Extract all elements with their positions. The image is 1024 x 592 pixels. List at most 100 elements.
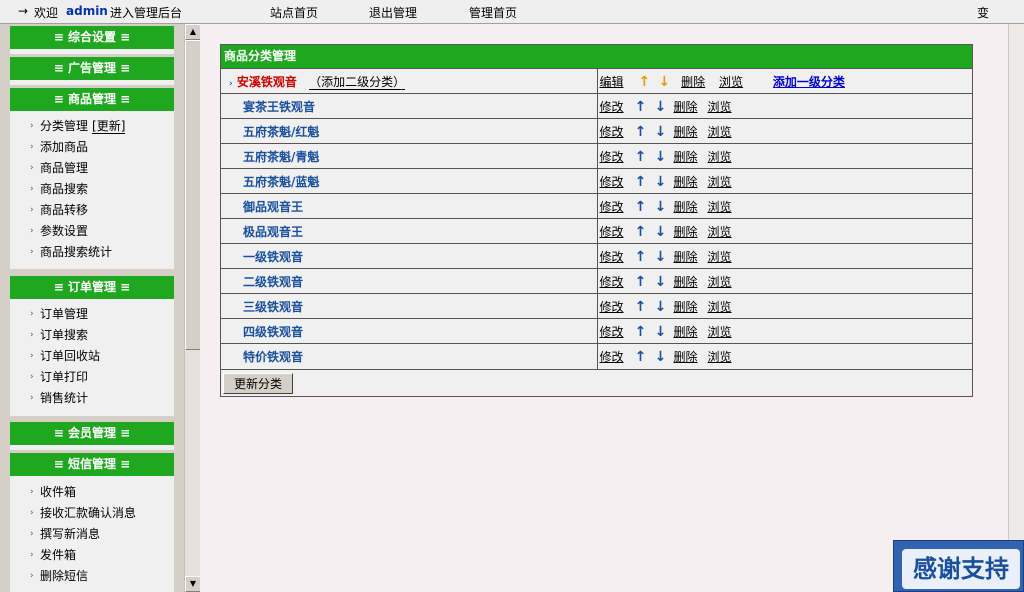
browse-link[interactable]: 浏览 bbox=[708, 100, 732, 114]
scroll-up-icon[interactable]: ▲ bbox=[185, 24, 201, 40]
arrow-down-icon[interactable]: ↓ bbox=[654, 125, 668, 139]
menu-item-order-search[interactable]: › 订单搜索 bbox=[10, 325, 174, 346]
browse-link[interactable]: 浏览 bbox=[708, 150, 732, 164]
arrow-down-icon[interactable]: ↓ bbox=[654, 250, 668, 264]
browse-link[interactable]: 浏览 bbox=[708, 175, 732, 189]
main-scrollbar[interactable] bbox=[1008, 24, 1024, 592]
delete-link[interactable]: 删除 bbox=[674, 150, 698, 164]
arrow-up-icon[interactable]: ↑ bbox=[634, 350, 648, 364]
enter-admin-text: 进入管理后台 bbox=[110, 6, 183, 20]
arrow-up-icon[interactable]: ↑ bbox=[634, 250, 648, 264]
modify-link[interactable]: 修改 bbox=[600, 300, 624, 314]
delete-link[interactable]: 删除 bbox=[674, 100, 698, 114]
add-subcategory-link[interactable]: （添加二级分类） bbox=[309, 74, 406, 90]
arrow-up-icon[interactable]: ↑ bbox=[634, 225, 648, 239]
scroll-down-icon[interactable]: ▼ bbox=[185, 576, 201, 592]
menu-item-add-product[interactable]: › 添加商品 bbox=[10, 137, 174, 158]
menu-order-management[interactable]: ≡ 订单管理 ≡ bbox=[10, 276, 174, 299]
arrow-up-icon[interactable]: ↑ bbox=[634, 150, 648, 164]
browse-link[interactable]: 浏览 bbox=[708, 275, 732, 289]
menu-ad-management[interactable]: ≡ 广告管理 ≡ bbox=[10, 57, 174, 80]
menu-item-outbox[interactable]: › 发件箱 bbox=[10, 545, 174, 566]
delete-link[interactable]: 删除 bbox=[674, 175, 698, 189]
menu-item-order-recycle[interactable]: › 订单回收站 bbox=[10, 346, 174, 367]
menu-general-settings[interactable]: ≡ 综合设置 ≡ bbox=[10, 26, 174, 49]
menu-item-product-management[interactable]: › 商品管理 bbox=[10, 158, 174, 179]
delete-link[interactable]: 删除 bbox=[674, 225, 698, 239]
modify-link[interactable]: 修改 bbox=[600, 225, 624, 239]
arrow-down-icon[interactable]: ↓ bbox=[654, 325, 668, 339]
menu-sms-management[interactable]: ≡ 短信管理 ≡ bbox=[10, 453, 174, 476]
browse-link[interactable]: 浏览 bbox=[708, 300, 732, 314]
delete-link[interactable]: 删除 bbox=[674, 350, 698, 364]
arrow-down-icon[interactable]: ↓ bbox=[654, 350, 668, 364]
update-category-button[interactable]: 更新分类 bbox=[223, 372, 294, 394]
browse-link[interactable]: 浏览 bbox=[719, 75, 743, 89]
modify-link[interactable]: 修改 bbox=[600, 200, 624, 214]
sidebar-scrollbar[interactable]: ▲ ▼ bbox=[184, 24, 201, 592]
menu-item-order-print[interactable]: › 订单打印 bbox=[10, 367, 174, 388]
menu-item-payment-confirm[interactable]: › 接收汇款确认消息 bbox=[10, 503, 174, 524]
modify-link[interactable]: 修改 bbox=[600, 125, 624, 139]
admin-home-link[interactable]: 管理首页 bbox=[469, 4, 517, 21]
arrow-down-icon[interactable]: ↓ bbox=[654, 175, 668, 189]
delete-link[interactable]: 删除 bbox=[674, 250, 698, 264]
arrow-down-icon[interactable]: ↓ bbox=[657, 75, 671, 89]
menu-item-product-transfer[interactable]: › 商品转移 bbox=[10, 200, 174, 221]
arrow-down-icon[interactable]: ↓ bbox=[654, 225, 668, 239]
delete-link[interactable]: 删除 bbox=[681, 75, 705, 89]
arrow-up-icon[interactable]: ↑ bbox=[634, 275, 648, 289]
delete-link[interactable]: 删除 bbox=[674, 325, 698, 339]
menu-item-search-statistics[interactable]: › 商品搜索统计 bbox=[10, 242, 174, 263]
edit-link[interactable]: 编辑 bbox=[600, 75, 624, 89]
modify-link[interactable]: 修改 bbox=[600, 150, 624, 164]
modify-link[interactable]: 修改 bbox=[600, 350, 624, 364]
browse-link[interactable]: 浏览 bbox=[708, 250, 732, 264]
arrow-up-icon[interactable]: ↑ bbox=[634, 300, 648, 314]
menu-item-delete-sms[interactable]: › 删除短信 bbox=[10, 566, 174, 587]
bullet-icon: › bbox=[30, 529, 34, 539]
arrow-down-icon[interactable]: ↓ bbox=[654, 300, 668, 314]
top-right-text[interactable]: 变 bbox=[977, 4, 989, 21]
logout-link[interactable]: 退出管理 bbox=[369, 4, 417, 21]
arrow-up-icon[interactable]: ↑ bbox=[634, 125, 648, 139]
subcategory-name: 宴茶王铁观音 bbox=[243, 99, 316, 114]
modify-link[interactable]: 修改 bbox=[600, 325, 624, 339]
browse-link[interactable]: 浏览 bbox=[708, 200, 732, 214]
bullet-icon: › bbox=[30, 205, 34, 215]
modify-link[interactable]: 修改 bbox=[600, 250, 624, 264]
add-top-category-link[interactable]: 添加一级分类 bbox=[773, 75, 845, 89]
arrow-up-icon[interactable]: ↑ bbox=[634, 100, 648, 114]
menu-item-inbox[interactable]: › 收件箱 bbox=[10, 482, 174, 503]
menu-item-sales-statistics[interactable]: › 销售统计 bbox=[10, 388, 174, 409]
delete-link[interactable]: 删除 bbox=[674, 200, 698, 214]
arrow-down-icon[interactable]: ↓ bbox=[654, 150, 668, 164]
browse-link[interactable]: 浏览 bbox=[708, 325, 732, 339]
menu-item-compose[interactable]: › 撰写新消息 bbox=[10, 524, 174, 545]
arrow-up-icon[interactable]: ↑ bbox=[637, 75, 651, 89]
arrow-down-icon[interactable]: ↓ bbox=[654, 200, 668, 214]
modify-link[interactable]: 修改 bbox=[600, 100, 624, 114]
menu-product-management[interactable]: ≡ 商品管理 ≡ bbox=[10, 88, 174, 111]
delete-link[interactable]: 删除 bbox=[674, 275, 698, 289]
scroll-thumb[interactable] bbox=[185, 40, 201, 350]
menu-item-category-management[interactable]: › 分类管理 [更新] bbox=[10, 116, 174, 137]
menu-item-order-management[interactable]: › 订单管理 bbox=[10, 304, 174, 325]
refresh-link[interactable]: [更新] bbox=[92, 119, 126, 134]
browse-link[interactable]: 浏览 bbox=[708, 350, 732, 364]
menu-member-management[interactable]: ≡ 会员管理 ≡ bbox=[10, 422, 174, 445]
modify-link[interactable]: 修改 bbox=[600, 275, 624, 289]
arrow-up-icon[interactable]: ↑ bbox=[634, 325, 648, 339]
modify-link[interactable]: 修改 bbox=[600, 175, 624, 189]
arrow-down-icon[interactable]: ↓ bbox=[654, 275, 668, 289]
arrow-down-icon[interactable]: ↓ bbox=[654, 100, 668, 114]
browse-link[interactable]: 浏览 bbox=[708, 125, 732, 139]
arrow-up-icon[interactable]: ↑ bbox=[634, 200, 648, 214]
browse-link[interactable]: 浏览 bbox=[708, 225, 732, 239]
menu-item-parameter-settings[interactable]: › 参数设置 bbox=[10, 221, 174, 242]
arrow-up-icon[interactable]: ↑ bbox=[634, 175, 648, 189]
delete-link[interactable]: 删除 bbox=[674, 125, 698, 139]
menu-item-product-search[interactable]: › 商品搜索 bbox=[10, 179, 174, 200]
site-home-link[interactable]: 站点首页 bbox=[270, 4, 318, 21]
delete-link[interactable]: 删除 bbox=[674, 300, 698, 314]
